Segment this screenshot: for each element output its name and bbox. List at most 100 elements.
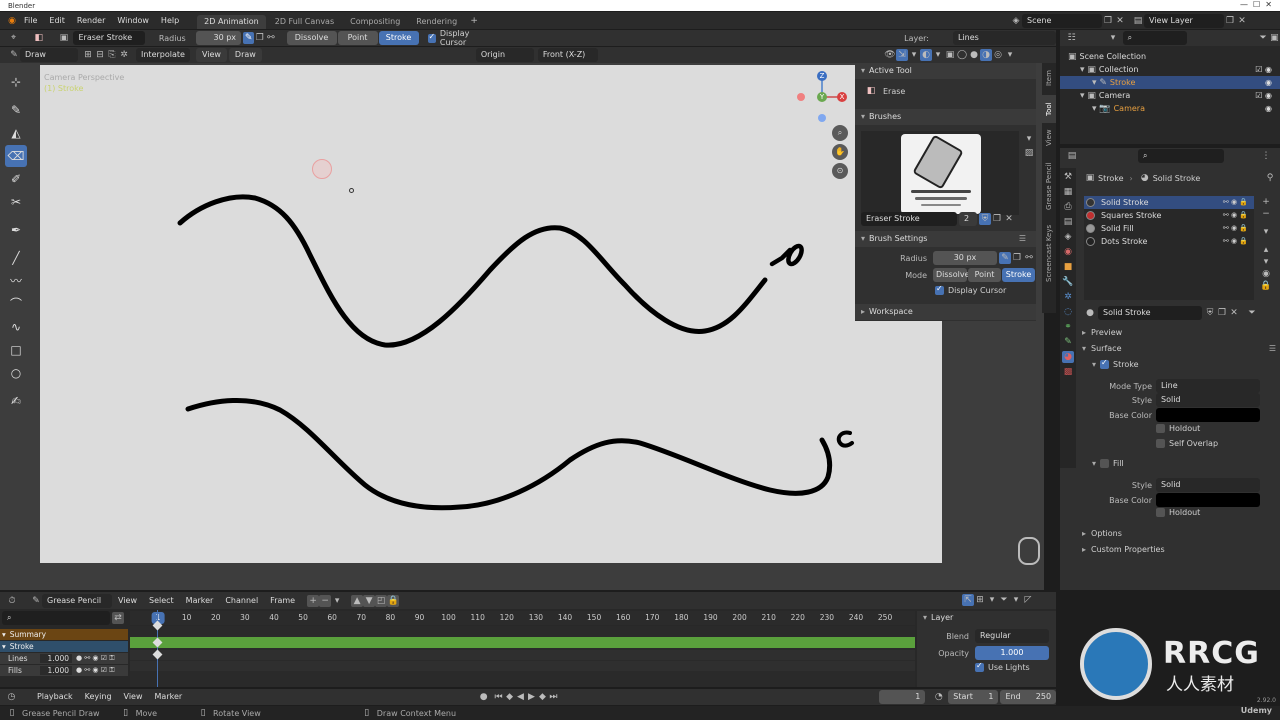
- settings-icon[interactable]: ✲: [118, 49, 130, 61]
- filter-icon[interactable]: ⏷: [1257, 32, 1268, 44]
- clock-icon[interactable]: ◔: [933, 691, 944, 703]
- editor-type-icon[interactable]: ⌖: [8, 32, 19, 44]
- view-menu[interactable]: View: [195, 48, 227, 62]
- stroke-subsection[interactable]: ▾Stroke: [1092, 358, 1139, 369]
- custom-properties-section[interactable]: ▸ Custom Properties: [1082, 545, 1165, 554]
- window-controls[interactable]: — ☐ ✕: [1240, 0, 1272, 9]
- zoom-icon[interactable]: ⌕: [832, 125, 848, 141]
- display-mode-icon[interactable]: ▾: [1107, 32, 1118, 44]
- solid-icon[interactable]: ●: [968, 49, 980, 61]
- sidebar-tab-grease-pencil[interactable]: Grease Pencil: [1042, 153, 1056, 219]
- dopesheet-menu-select[interactable]: Select: [143, 594, 180, 608]
- fake-user-icon[interactable]: ⛨: [979, 213, 991, 225]
- channel-fills[interactable]: Fills 1.000 ● ⚯ ◉ ☑ ⚿: [0, 665, 128, 676]
- channel-search[interactable]: ⌕: [2, 611, 110, 625]
- snap-icon[interactable]: ⊞: [974, 594, 986, 606]
- image-icon[interactable]: ▨: [1023, 147, 1035, 159]
- draw-menu[interactable]: Draw: [228, 48, 262, 62]
- camera-view-icon[interactable]: ⊙: [832, 163, 848, 179]
- cutter-tool-icon[interactable]: ✂: [5, 191, 27, 213]
- start-frame-field[interactable]: Start 1: [948, 690, 999, 704]
- arrow-down-icon[interactable]: ▾: [1260, 256, 1272, 268]
- active-tool-header[interactable]: ▾ Active Tool: [855, 63, 1036, 79]
- properties-type-icon[interactable]: ▤: [1066, 150, 1078, 162]
- channel-value-field[interactable]: 1.000: [40, 654, 72, 663]
- outliner-search[interactable]: ⌕: [1122, 31, 1188, 45]
- outliner-visibility-icons[interactable]: ◉: [1265, 102, 1272, 115]
- holdout-checkbox[interactable]: [1156, 424, 1165, 433]
- channel-toggle-icons[interactable]: ● ⚯ ◉ ☑ ⚿: [76, 666, 115, 675]
- play-icon[interactable]: ▶: [526, 691, 537, 703]
- plane-dropdown[interactable]: Front (X-Z): [537, 48, 598, 62]
- fill-tool-icon[interactable]: ◭: [5, 122, 27, 144]
- gizmo-z-axis[interactable]: Z: [817, 71, 827, 81]
- menu-edit[interactable]: Edit: [43, 14, 71, 28]
- stroke-color-swatch[interactable]: [1156, 408, 1260, 422]
- brushes-header[interactable]: ▾ Brushes: [855, 109, 1036, 125]
- play-reverse-icon[interactable]: ◀: [515, 691, 526, 703]
- effects-props-icon[interactable]: ✲: [1062, 291, 1074, 303]
- menu-window[interactable]: Window: [111, 14, 155, 28]
- sidebar-tab-screencast-keys[interactable]: Screencast Keys: [1042, 221, 1056, 285]
- gizmo-icon[interactable]: ⇲: [896, 49, 908, 61]
- draw-tool-icon[interactable]: ✎: [5, 99, 27, 121]
- layer-panel-header[interactable]: ▾ Layer: [917, 611, 1056, 625]
- preview-section[interactable]: ▸ Preview: [1082, 328, 1122, 337]
- sidebar-tab-item[interactable]: Item: [1042, 63, 1056, 93]
- options-icon[interactable]: ⋮: [1260, 150, 1272, 162]
- end-frame-field[interactable]: End 250: [1000, 690, 1057, 704]
- onion-icon[interactable]: ◰: [375, 594, 388, 607]
- copy-icon[interactable]: ❐: [1224, 15, 1236, 27]
- tool-name-field[interactable]: Eraser Stroke: [73, 31, 145, 45]
- dopesheet-mode-dropdown[interactable]: Grease Pencil: [42, 593, 112, 608]
- fill-holdout-checkbox[interactable]: [1156, 508, 1165, 517]
- chevron-down-icon[interactable]: ▾: [1010, 594, 1022, 606]
- snap-icon[interactable]: ⊞: [82, 49, 94, 61]
- style-dropdown[interactable]: Solid: [1156, 393, 1260, 407]
- material-name-field[interactable]: Solid Stroke: [1098, 306, 1202, 320]
- channel-value-field[interactable]: 1.000: [40, 666, 72, 675]
- plus-icon[interactable]: +: [307, 594, 320, 607]
- mode-dropdown[interactable]: Draw: [20, 48, 78, 62]
- multiframe-icon[interactable]: ⎘: [106, 49, 118, 61]
- fill-style-dropdown[interactable]: Solid: [1156, 478, 1260, 492]
- blend-dropdown[interactable]: Regular: [975, 629, 1049, 643]
- workspace-tab-rendering[interactable]: Rendering: [409, 15, 465, 29]
- new-collection-icon[interactable]: ▣: [1269, 32, 1280, 44]
- mode-stroke-button[interactable]: Stroke: [378, 31, 419, 45]
- view-layer-props-icon[interactable]: ▤: [1062, 216, 1074, 228]
- radius-field[interactable]: 30 px: [195, 31, 242, 45]
- chevron-down-icon[interactable]: ▾: [986, 594, 998, 606]
- pressure-icon[interactable]: ✎: [243, 32, 255, 44]
- swap-icon[interactable]: ⇄: [112, 612, 124, 624]
- camera-canvas[interactable]: [40, 65, 942, 563]
- mode-type-dropdown[interactable]: Line: [1156, 379, 1260, 393]
- object-props-icon[interactable]: ■: [1062, 261, 1074, 273]
- annotate-tool-icon[interactable]: ✍: [5, 390, 27, 412]
- outliner-item-stroke[interactable]: ▾ ✎ Stroke ◉: [1060, 76, 1280, 89]
- plus-icon[interactable]: +: [1260, 196, 1272, 208]
- navigation-gizmo[interactable]: Z X Y: [795, 68, 855, 128]
- brush-preview-box[interactable]: [861, 131, 1019, 215]
- arrow-up-icon[interactable]: ▲: [351, 594, 364, 607]
- material-slot-squares-stroke[interactable]: Squares Stroke ⚯ ◉ 🔒: [1084, 209, 1254, 222]
- rendered-icon[interactable]: ◎: [992, 49, 1004, 61]
- outliner-visibility-icons[interactable]: ☑ ◉: [1255, 89, 1272, 102]
- chevron-down-icon[interactable]: ▾: [1023, 133, 1035, 145]
- outliner-item-collection[interactable]: ▾ ▣ Collection ☑ ◉: [1060, 63, 1280, 76]
- outliner-visibility-icons[interactable]: ◉: [1265, 76, 1272, 89]
- display-cursor-checkbox[interactable]: [427, 32, 436, 43]
- menu-render[interactable]: Render: [71, 14, 111, 28]
- erase-tool-icon[interactable]: ⌫: [5, 145, 27, 167]
- sidebar-tab-tool[interactable]: Tool: [1042, 95, 1056, 123]
- modifier-props-icon[interactable]: 🔧: [1062, 276, 1074, 288]
- channel-toggle-icons[interactable]: ● ⚯ ◉ ☑ ⚿: [76, 654, 115, 663]
- keyframe-area[interactable]: [130, 610, 915, 687]
- dopesheet-menu-channel[interactable]: Channel: [219, 594, 264, 608]
- workspace-tab-2d-full-canvas[interactable]: 2D Full Canvas: [267, 15, 342, 29]
- outliner-type-icon[interactable]: ☷: [1066, 32, 1077, 44]
- interpolate-menu[interactable]: Interpolate: [136, 48, 190, 62]
- self-overlap-checkbox[interactable]: [1156, 439, 1165, 448]
- material-props-icon[interactable]: ◕: [1062, 351, 1074, 363]
- brush-settings-header[interactable]: ▾ Brush Settings ☰: [855, 231, 1036, 247]
